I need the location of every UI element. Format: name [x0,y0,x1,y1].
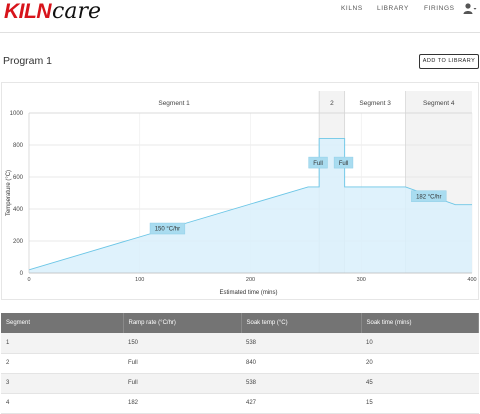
cell-soak-time: 20 [361,353,479,374]
y-tick-label: 600 [13,175,24,181]
add-to-library-button[interactable]: ADD TO LIBRARY [419,54,479,69]
segment-label: Segment 3 [359,100,391,107]
firing-chart: Segment 1 2 Segment 3 Segment 4 0 200 400 600 80… [1,82,479,300]
table-row: 3 Full 538 45 [1,373,479,394]
segments-table: Segment Ramp rate (°C/hr) Soak temp (°C)… [1,313,479,414]
cell-ramp-rate: 182 [123,393,241,414]
y-tick-label: 0 [20,271,24,277]
segment-label: 2 [330,100,334,107]
cell-ramp-rate: 150 [123,333,241,354]
rate-label: 150 °C/hr [155,227,180,233]
x-axis-title: Estimated time (mins) [219,290,277,296]
x-tick-label: 400 [467,277,476,283]
table-header-ramp-rate: Ramp rate (°C/hr) [123,313,242,333]
table-header-soak-time: Soak time (mins) [361,313,479,333]
user-icon[interactable] [463,3,477,15]
cell-ramp-rate: Full [123,353,241,374]
table-header-segment: Segment [1,313,124,333]
cell-soak-time: 15 [361,393,479,414]
cell-ramp-rate: Full [123,373,241,394]
cell-segment: 1 [1,333,123,354]
x-tick-label: 0 [27,277,30,283]
cell-soak-time: 10 [361,333,479,354]
nav-kilns[interactable]: KILNS [341,5,363,12]
rate-label: Full [339,161,349,167]
logo-kiln-text: KILN [4,0,52,23]
top-bar: KILN care KILNS LIBRARY FIRINGS [0,0,480,24]
table-header-soak-temp: Soak temp (°C) [241,313,362,333]
x-tick-label: 300 [357,277,366,283]
cell-segment: 2 [1,353,123,374]
table-row: 2 Full 840 20 [1,353,479,374]
y-axis-title: Temperature (°C) [6,170,12,216]
y-tick-label: 400 [13,207,24,213]
firing-chart-svg: Segment 1 2 Segment 3 Segment 4 0 200 400 600 80… [6,91,477,296]
segment-label: Segment 4 [423,100,455,107]
cell-soak-time: 45 [361,373,479,394]
nav-firings[interactable]: FIRINGS [424,5,455,12]
cell-soak-temp: 427 [241,393,361,414]
nav-library[interactable]: LIBRARY [377,5,409,12]
cell-soak-temp: 840 [241,353,361,374]
rate-label: Full [313,161,323,167]
y-tick-label: 200 [13,239,24,245]
page-title: Program 1 [3,55,53,67]
table-row: 4 182 427 15 [1,393,479,414]
table-row: 1 150 538 10 [1,333,479,354]
cell-segment: 4 [1,393,123,414]
rate-label: 182 °C/hr [416,194,441,200]
table-header-row: Segment Ramp rate (°C/hr) Soak temp (°C)… [1,313,479,333]
x-tick-label: 100 [135,277,144,283]
kilncare-logo[interactable]: KILN care [4,0,101,24]
cell-segment: 3 [1,373,123,394]
x-tick-label: 200 [246,277,255,283]
cell-soak-temp: 538 [241,373,361,394]
logo-care-text: care [52,0,101,24]
header-divider [0,32,480,33]
y-tick-label: 800 [13,143,24,149]
cell-soak-temp: 538 [241,333,361,354]
segment-label: Segment 1 [158,100,190,107]
y-tick-label: 1000 [10,111,24,117]
